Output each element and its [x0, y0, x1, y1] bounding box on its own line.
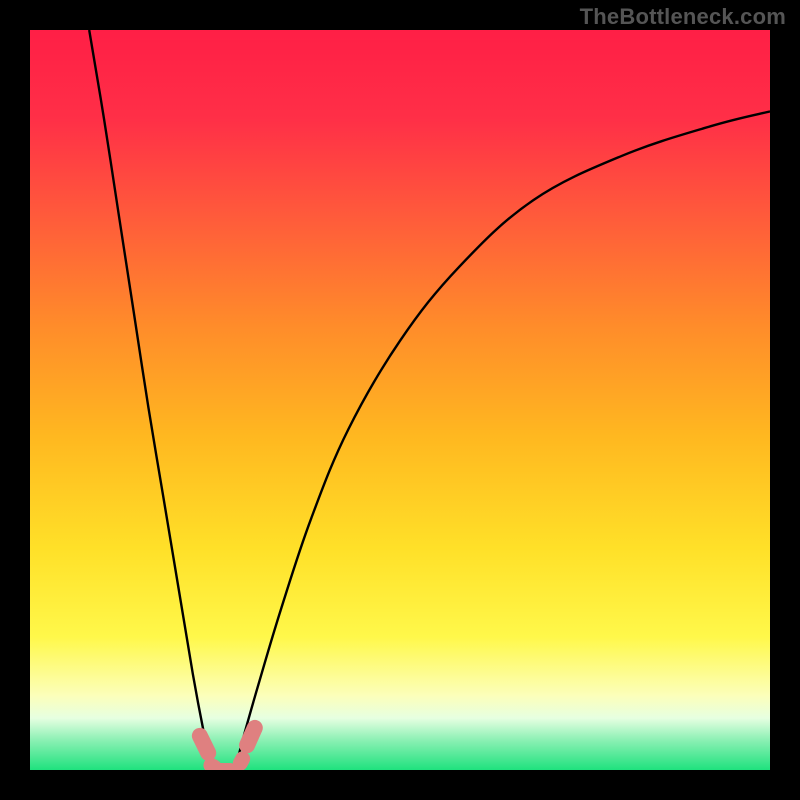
chart-stage: TheBottleneck.com	[0, 0, 800, 800]
plot-area	[30, 30, 770, 770]
bottleneck-curve	[30, 30, 770, 770]
curve-left-branch	[89, 30, 212, 770]
watermark-text: TheBottleneck.com	[580, 4, 786, 30]
curve-right-branch	[235, 111, 770, 770]
